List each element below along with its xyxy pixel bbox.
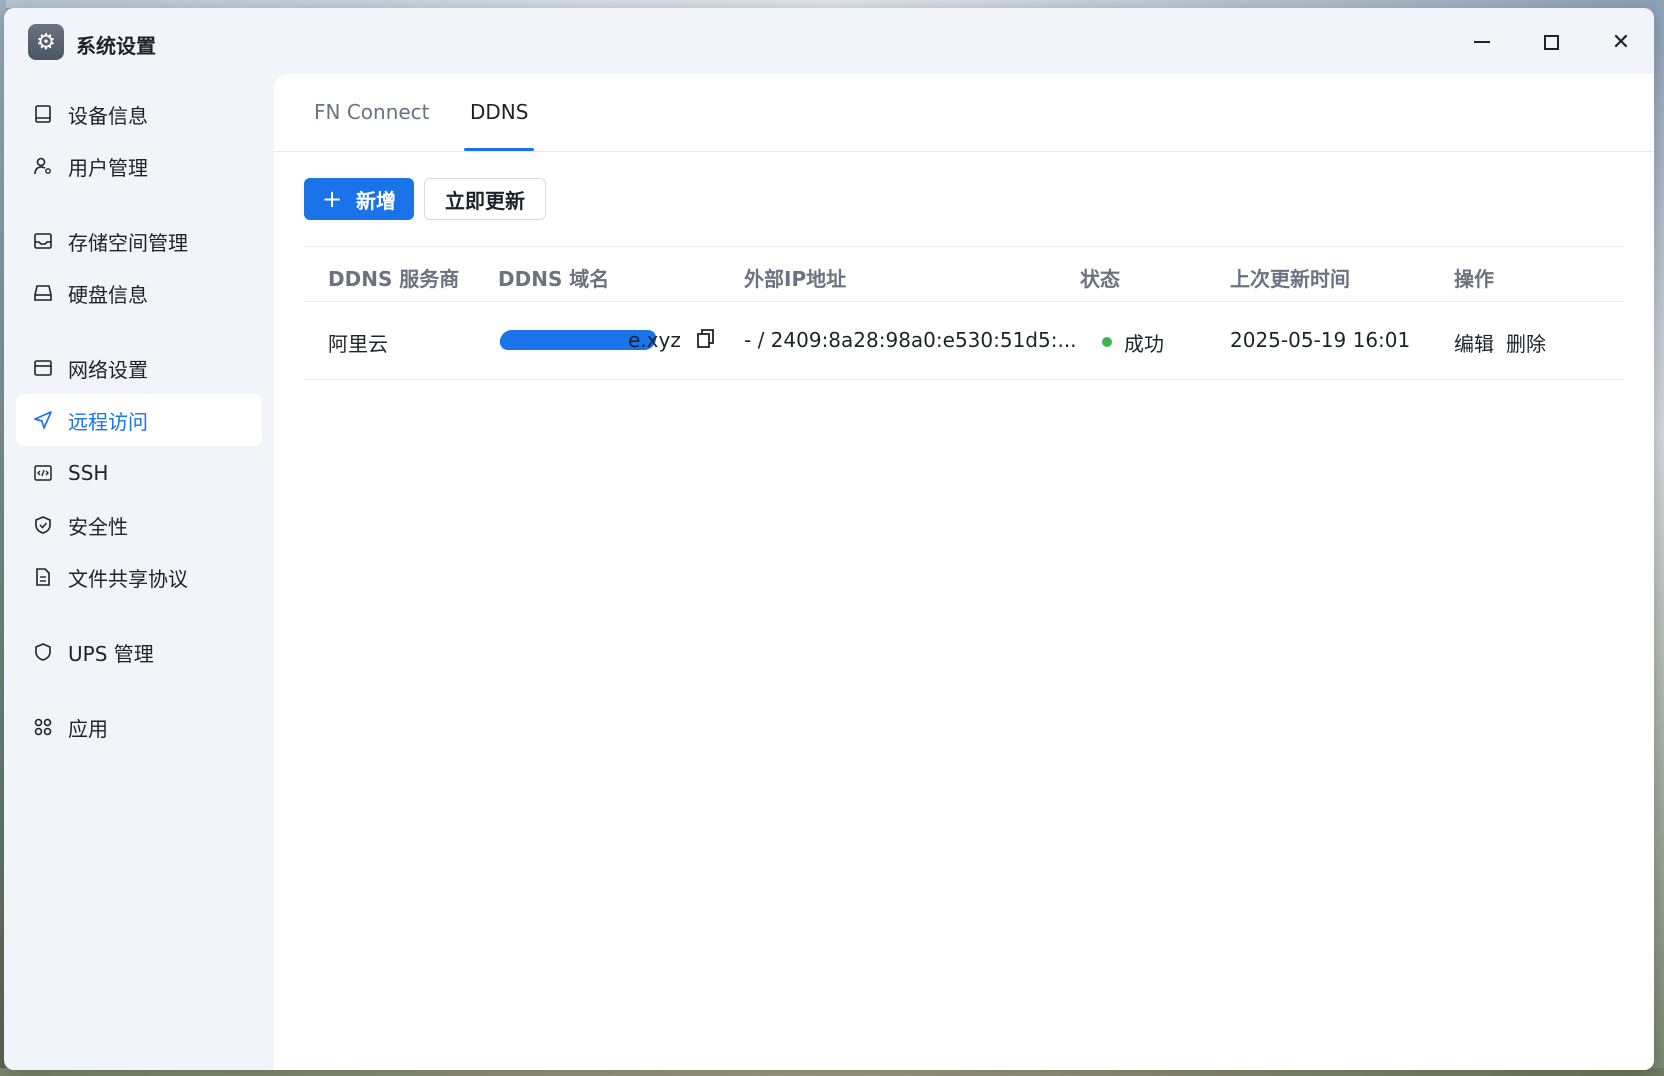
tab-ddns[interactable]: DDNS <box>470 100 528 124</box>
minimize-button[interactable] <box>1462 22 1502 62</box>
table-row: 阿里云 e.xyz - / 2409:8a28:98a0:e530:51d5:.… <box>304 302 1624 380</box>
sidebar-item-label: 远程访问 <box>68 409 148 434</box>
sidebar-item-file-sharing[interactable]: 文件共享协议 <box>16 551 262 603</box>
update-now-button[interactable]: 立即更新 <box>424 178 546 220</box>
minimize-icon <box>1474 41 1490 43</box>
copy-icon[interactable] <box>696 328 716 350</box>
sidebar-item-ups[interactable]: UPS 管理 <box>16 626 262 678</box>
status-success-dot <box>1102 337 1112 347</box>
status-cell: 成功 <box>1124 332 1164 356</box>
sidebar-item-label: UPS 管理 <box>68 641 154 666</box>
document-icon <box>32 566 54 588</box>
sidebar-item-label: 存储空间管理 <box>68 230 188 255</box>
send-icon <box>32 409 54 431</box>
tab-bar: FN Connect DDNS <box>274 74 1654 152</box>
sidebar-item-network[interactable]: 网络设置 <box>16 342 262 394</box>
sidebar-item-storage[interactable]: 存储空间管理 <box>16 215 262 267</box>
edit-link[interactable]: 编辑 <box>1454 328 1494 357</box>
settings-window: ⚙ 系统设置 ✕ 设备信息 用户管理 存储空间管理 硬盘信息 网络设置 远程访问… <box>4 8 1654 1070</box>
column-header-actions: 操作 <box>1454 267 1494 291</box>
shield-check-icon <box>32 514 54 536</box>
sidebar-item-label: 安全性 <box>68 514 128 539</box>
sidebar-item-label: 文件共享协议 <box>68 566 188 591</box>
sidebar-item-label: SSH <box>68 461 109 485</box>
sidebar-item-label: 设备信息 <box>68 103 148 128</box>
title-bar[interactable]: ⚙ 系统设置 ✕ <box>4 8 1654 74</box>
sidebar-item-label: 应用 <box>68 716 108 741</box>
last-updated-cell: 2025-05-19 16:01 <box>1230 328 1411 352</box>
active-tab-indicator <box>464 148 534 151</box>
window-title: 系统设置 <box>76 34 156 58</box>
close-button[interactable]: ✕ <box>1601 22 1641 62</box>
domain-cell: e.xyz <box>628 328 681 352</box>
desktop-wallpaper-top <box>0 0 1664 8</box>
sidebar-item-security[interactable]: 安全性 <box>16 499 262 551</box>
sidebar-item-label: 用户管理 <box>68 155 148 180</box>
add-button-label: 新增 <box>356 188 397 213</box>
column-header-external-ip: 外部IP地址 <box>744 267 847 291</box>
tab-fn-connect[interactable]: FN Connect <box>314 100 430 124</box>
column-header-last-updated: 上次更新时间 <box>1230 267 1350 291</box>
sidebar-item-user-management[interactable]: 用户管理 <box>16 140 262 192</box>
sidebar-item-apps[interactable]: 应用 <box>16 701 262 753</box>
user-gear-icon <box>32 155 54 177</box>
table-header: DDNS 服务商 DDNS 域名 外部IP地址 状态 上次更新时间 操作 <box>304 246 1624 302</box>
gear-icon: ⚙ <box>28 24 64 60</box>
add-button[interactable]: + 新增 <box>304 178 414 220</box>
apps-icon <box>32 716 54 738</box>
disk-icon <box>32 282 54 304</box>
sidebar: 设备信息 用户管理 存储空间管理 硬盘信息 网络设置 远程访问 SSH 安全性 … <box>4 74 274 1070</box>
sidebar-item-ssh[interactable]: SSH <box>16 447 262 499</box>
maximize-icon <box>1543 34 1559 50</box>
sidebar-item-label: 硬盘信息 <box>68 282 148 307</box>
provider-cell: 阿里云 <box>328 332 388 356</box>
delete-link[interactable]: 删除 <box>1506 328 1546 357</box>
main-content: FN Connect DDNS + 新增 立即更新 DDNS 服务商 DDNS … <box>274 74 1654 1070</box>
sidebar-item-remote-access[interactable]: 远程访问 <box>16 394 262 446</box>
sidebar-item-device-info[interactable]: 设备信息 <box>16 88 262 140</box>
network-icon <box>32 357 54 379</box>
sidebar-item-disk-info[interactable]: 硬盘信息 <box>16 267 262 319</box>
storage-icon <box>32 230 54 252</box>
maximize-button[interactable] <box>1531 22 1571 62</box>
plus-icon: + <box>321 185 343 213</box>
column-header-status: 状态 <box>1080 267 1120 291</box>
column-header-provider: DDNS 服务商 <box>328 267 460 291</box>
close-icon: ✕ <box>1611 29 1631 55</box>
sidebar-item-label: 网络设置 <box>68 357 148 382</box>
column-header-domain: DDNS 域名 <box>498 267 610 291</box>
external-ip-cell: - / 2409:8a28:98a0:e530:51d5:... <box>744 328 1077 352</box>
device-icon <box>32 103 54 125</box>
shield-icon <box>32 641 54 663</box>
code-icon <box>32 462 54 484</box>
